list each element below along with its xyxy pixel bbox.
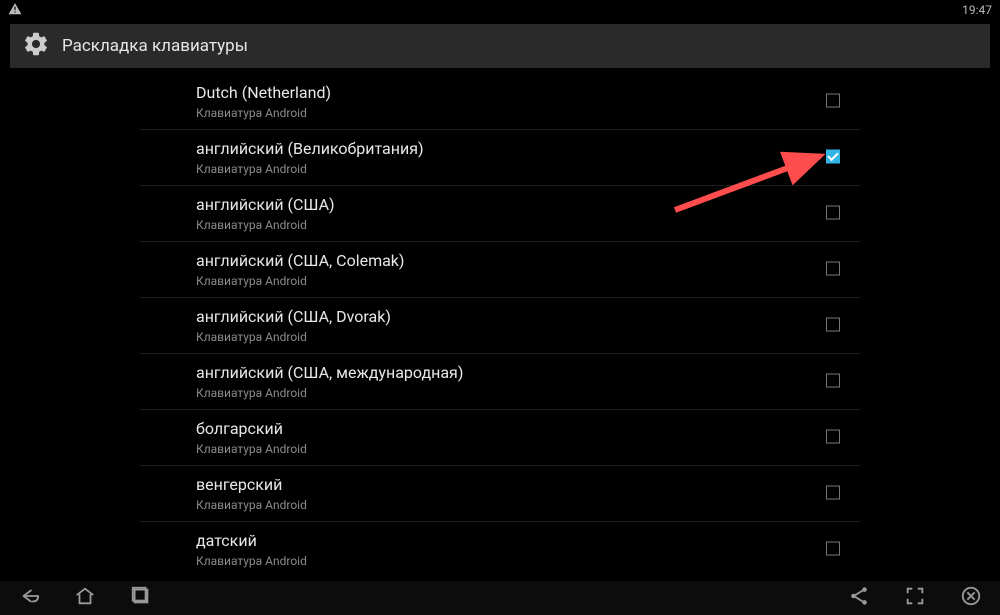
list-item-subtitle: Клавиатура Android xyxy=(196,217,335,233)
list-item[interactable]: датский Клавиатура Android xyxy=(0,522,1000,577)
status-bar: 19:47 xyxy=(0,0,1000,20)
page-title: Раскладка клавиатуры xyxy=(62,36,248,56)
recent-apps-icon[interactable] xyxy=(130,585,152,611)
list-item-title: английский (США, Colemak) xyxy=(196,251,404,271)
checkbox[interactable] xyxy=(826,149,840,163)
list-item-title: английский (Великобритания) xyxy=(196,139,424,159)
home-icon[interactable] xyxy=(74,585,96,611)
settings-header: Раскладка клавиатуры xyxy=(10,24,990,68)
list-item[interactable]: английский (США, международная) Клавиатур… xyxy=(0,354,1000,409)
list-item[interactable]: английский (США) Клавиатура Android xyxy=(0,186,1000,241)
list-item-title: английский (США, международная) xyxy=(196,363,463,383)
list-item-subtitle: Клавиатура Android xyxy=(196,385,463,401)
status-time: 19:47 xyxy=(962,3,992,17)
list-item-title: венгерский xyxy=(196,475,307,495)
fullscreen-icon[interactable] xyxy=(904,585,926,611)
checkbox[interactable] xyxy=(826,317,840,331)
share-icon[interactable] xyxy=(848,585,870,611)
checkbox[interactable] xyxy=(826,373,840,387)
list-item-title: английский (США, Dvorak) xyxy=(196,307,391,327)
checkbox[interactable] xyxy=(826,261,840,275)
list-item-subtitle: Клавиатура Android xyxy=(196,105,331,121)
close-circle-icon[interactable] xyxy=(960,585,982,611)
keyboard-layout-list[interactable]: Dutch (Netherland)Клавиатура Androidангл… xyxy=(0,74,1000,581)
list-item[interactable]: Dutch (Netherland) Клавиатура Android xyxy=(0,74,1000,129)
list-item-title: английский (США) xyxy=(196,195,335,215)
list-item-title: Dutch (Netherland) xyxy=(196,83,331,103)
back-icon[interactable] xyxy=(18,585,40,611)
checkbox[interactable] xyxy=(826,485,840,499)
list-item-subtitle: Клавиатура Android xyxy=(196,497,307,513)
navigation-bar xyxy=(0,581,1000,615)
list-item-title: болгарский xyxy=(196,419,307,439)
list-item-subtitle: Клавиатура Android xyxy=(196,441,307,457)
list-item-subtitle: Клавиатура Android xyxy=(196,161,424,177)
android-screen: 19:47 Раскладка клавиатуры Dutch (Nether… xyxy=(0,0,1000,615)
list-item[interactable]: английский (Великобритания) Клавиатура An… xyxy=(0,130,1000,185)
list-item-subtitle: Клавиатура Android xyxy=(196,329,391,345)
gear-icon xyxy=(22,30,50,62)
list-item-title: датский xyxy=(196,531,307,551)
checkbox[interactable] xyxy=(826,429,840,443)
list-item-subtitle: Клавиатура Android xyxy=(196,553,307,569)
list-item[interactable]: венгерский Клавиатура Android xyxy=(0,466,1000,521)
list-item[interactable]: английский (США, Colemak) Клавиатура Andr… xyxy=(0,242,1000,297)
checkbox[interactable] xyxy=(826,205,840,219)
warning-icon xyxy=(8,2,22,19)
list-item-subtitle: Клавиатура Android xyxy=(196,273,404,289)
checkbox[interactable] xyxy=(826,541,840,555)
list-item[interactable]: болгарский Клавиатура Android xyxy=(0,410,1000,465)
list-item[interactable]: английский (США, Dvorak) Клавиатура Andro… xyxy=(0,298,1000,353)
checkbox[interactable] xyxy=(826,93,840,107)
